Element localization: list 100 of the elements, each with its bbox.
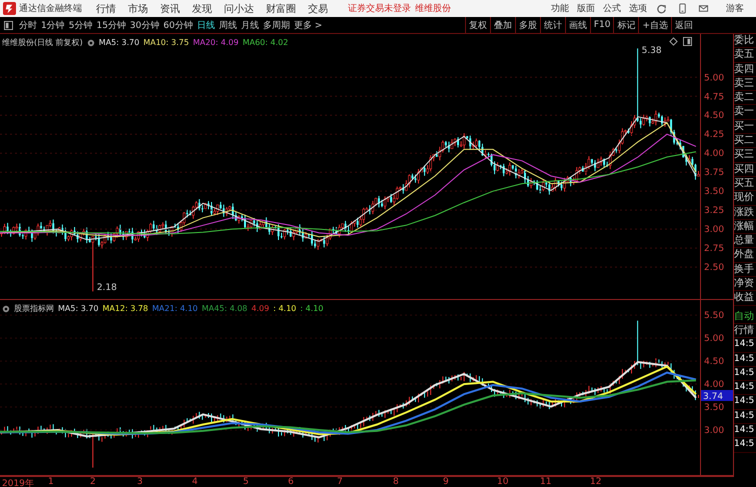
toolbar-button[interactable]: 叠加 — [490, 17, 515, 33]
menu-item[interactable]: 问小达 — [218, 2, 260, 16]
period-tab[interactable]: 1分钟 — [39, 18, 67, 32]
quote-label: 买五 — [734, 176, 756, 192]
current-price-badge: 3.74 — [701, 390, 733, 402]
period-tab[interactable]: 周线 — [216, 18, 239, 32]
period-tab[interactable]: 更多 > — [292, 18, 324, 32]
quote-label: 买四 — [734, 162, 756, 177]
legend-value: : 3.75 — [166, 38, 189, 47]
toolbar-button[interactable]: 复权 — [464, 17, 490, 33]
toolbar-button[interactable]: +自选 — [638, 17, 671, 33]
axis-label: 12 — [590, 477, 602, 487]
trade-time: 14:5 — [734, 410, 756, 424]
period-tab[interactable]: 30分钟 — [128, 18, 162, 32]
period-tab[interactable]: 60分钟 — [161, 18, 195, 32]
mail-icon[interactable] — [698, 3, 709, 14]
period-tab[interactable]: 分时 — [17, 18, 39, 32]
axis-label: 2019年 — [2, 478, 34, 487]
quote-label: 总量 — [734, 234, 756, 248]
period-tab[interactable]: 日线 — [194, 18, 217, 32]
menu-item[interactable]: 发现 — [186, 2, 218, 16]
period-tab[interactable]: 月线 — [238, 18, 261, 32]
refresh-icon[interactable] — [656, 3, 667, 14]
panel-toggle-icon[interactable] — [683, 37, 692, 46]
price-tick: 3.75 — [704, 168, 724, 178]
quote-label: 现价 — [734, 191, 756, 206]
legend-value: : 4.10 — [300, 304, 324, 313]
axis-label: 1 — [48, 477, 54, 487]
axis-label: 6 — [288, 477, 294, 487]
price-tick: 5.50 — [704, 311, 724, 322]
toolbar-button[interactable]: 统计 — [540, 17, 565, 33]
panel-toggle-icon[interactable] — [4, 20, 13, 30]
quote-label: 外盘 — [734, 248, 756, 263]
legend-name: MA5 — [58, 304, 76, 313]
legend-value: : 4.02 — [265, 38, 288, 47]
axis-label: 9 — [443, 477, 449, 487]
user-label: 游客 — [726, 2, 744, 15]
axis-label: 2 — [90, 477, 96, 487]
legend-name: MA60 — [242, 38, 266, 47]
price-tick: 3.50 — [704, 187, 724, 198]
price-tick: 4.75 — [704, 92, 724, 102]
menu-item[interactable]: 功能 — [547, 2, 573, 15]
menu-item[interactable]: 市场 — [122, 2, 154, 16]
chart-title: 维维股份(日线 前复权) — [2, 37, 83, 48]
menu-item[interactable]: 版面 — [573, 2, 599, 15]
quote-label: 买二 — [734, 134, 756, 148]
menu-item[interactable]: 财富圈 — [260, 2, 302, 16]
period-tab[interactable]: 5分钟 — [66, 18, 94, 32]
trade-time: 14:5 — [734, 438, 756, 453]
price-tick: 4.25 — [704, 130, 724, 140]
legend-name: MA45 — [202, 304, 224, 313]
toolbar-button[interactable]: 返回 — [671, 17, 696, 33]
quote-label: 涨幅 — [734, 220, 756, 234]
quote-label: 卖五 — [734, 48, 756, 63]
legend-value: : 4.10 — [273, 304, 296, 313]
trade-time: 14:5 — [734, 338, 756, 353]
price-tick: 2.75 — [704, 244, 724, 254]
price-tick: 4.00 — [704, 149, 724, 160]
trade-time: 14:5 — [734, 352, 756, 367]
price-tick: 4.50 — [704, 357, 724, 368]
period-tab[interactable]: 多周期 — [260, 18, 292, 32]
legend-value: : 3.78 — [125, 304, 148, 313]
quote-label: 净资 — [734, 277, 756, 292]
axis-label: 8 — [393, 477, 399, 487]
price-tick: 5.00 — [704, 334, 724, 344]
quote-label: 卖三 — [734, 76, 756, 92]
price-tick: 3.50 — [704, 403, 724, 414]
toolbar-button[interactable]: 标记 — [613, 17, 638, 33]
toolbar-button[interactable]: 多股 — [514, 17, 540, 33]
quote-label: 卖二 — [734, 91, 756, 106]
toolbar-button[interactable]: 画线 — [564, 17, 590, 33]
price-tick: 3.00 — [704, 225, 724, 236]
legend-name: MA10 — [143, 38, 166, 47]
quote-label: 卖四 — [734, 62, 756, 77]
diamond-icon[interactable] — [669, 37, 678, 46]
indicator-title: 股票指标网 — [14, 303, 54, 314]
legend-value: 4.09 — [251, 304, 270, 313]
trade-time: 14:5 — [734, 395, 756, 410]
quote-label: 收益 — [734, 291, 756, 306]
phone-icon[interactable] — [677, 3, 688, 14]
period-tab[interactable]: 15分钟 — [94, 18, 128, 32]
menu-item[interactable]: 交易 — [302, 2, 334, 16]
menu-item[interactable]: 选项 — [625, 2, 651, 15]
legend-name: MA21 — [152, 304, 175, 313]
menu-item[interactable]: 资讯 — [154, 2, 186, 16]
price-tick: 4.00 — [704, 380, 724, 390]
menu-item[interactable]: 公式 — [599, 2, 625, 15]
quote-label: 涨跌 — [734, 206, 756, 220]
axis-label: 3 — [137, 477, 143, 487]
menu-item[interactable]: 行情 — [90, 2, 122, 16]
legend-value: : 4.10 — [174, 304, 198, 313]
stock-name: 维维股份 — [415, 2, 451, 15]
legend-name: MA20 — [192, 38, 216, 47]
axis-label: 10 — [497, 477, 508, 487]
trade-time: 14:5 — [734, 366, 756, 382]
legend-name: MA12 — [102, 304, 126, 313]
legend-value: : 3.70 — [75, 304, 99, 313]
auto-label[interactable]: 自动 — [734, 310, 756, 324]
toolbar-button[interactable]: F10 — [590, 17, 614, 33]
market-label[interactable]: 行情 — [734, 324, 756, 338]
